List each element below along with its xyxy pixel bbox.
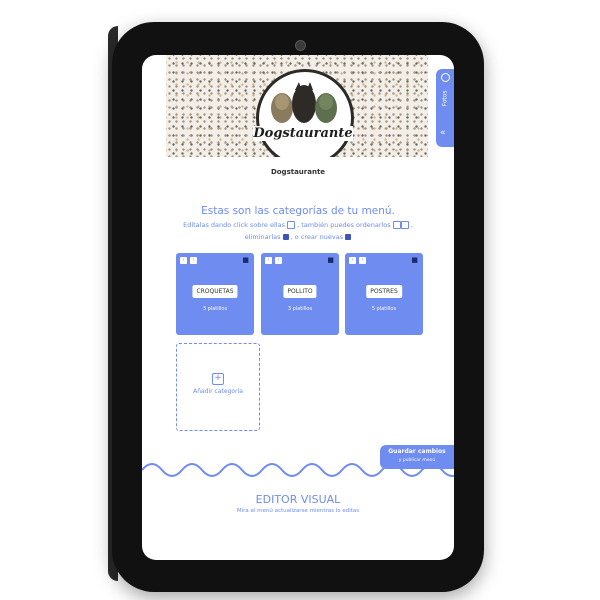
add-category-label: Añadir categoría: [193, 388, 243, 395]
edit-icon: [287, 221, 296, 229]
add-icon: [345, 234, 352, 240]
instructions-line-1: Edítalas dando click sobre ellas , tambi…: [142, 221, 454, 229]
move-right-icon: [400, 221, 409, 229]
move-right-button[interactable]: ›: [190, 257, 197, 264]
trash-icon: [282, 234, 289, 240]
delete-category-button[interactable]: ■: [327, 256, 334, 264]
delete-category-button[interactable]: ■: [411, 256, 418, 264]
move-left-button[interactable]: ‹: [265, 257, 272, 264]
comma-separator: ,: [410, 221, 413, 229]
instructions-line-2: eliminarlas , o crear nuevas: [142, 233, 454, 241]
dish-count: 5 platillos: [371, 306, 397, 312]
front-camera: [295, 40, 306, 51]
order-controls: ‹ ›: [265, 257, 282, 264]
add-category-button[interactable]: + Añadir categoría: [176, 343, 260, 431]
plus-icon: +: [212, 373, 224, 385]
logo-wordmark: Dogstaurante: [253, 126, 353, 141]
move-left-button[interactable]: ‹: [349, 257, 356, 264]
category-card-postres[interactable]: ‹ › ■ POSTRES 5 platillos: [345, 253, 423, 335]
instruction-create-text: , o crear nuevas: [290, 233, 344, 241]
order-controls: ‹ ›: [180, 257, 197, 264]
save-button-sublabel: y publicar menú: [398, 458, 436, 463]
move-right-button[interactable]: ›: [275, 257, 282, 264]
move-left-icon: [392, 221, 401, 229]
delete-category-button[interactable]: ■: [242, 256, 249, 264]
restaurant-logo: Dogstaurante: [253, 69, 354, 157]
restaurant-name: Dogstaurante: [270, 168, 326, 176]
visual-editor-subtitle: Mira el menú actualizarse mientras lo ed…: [236, 508, 360, 514]
photos-side-tab[interactable]: Fotos «: [436, 69, 454, 147]
tablet-screen: Dogstaurante Fotos « Dogstaurante Estas …: [142, 55, 454, 560]
dish-count: 3 platillos: [202, 306, 228, 312]
category-card-pollito[interactable]: ‹ › ■ POLLITO 3 platillos: [261, 253, 339, 335]
cover-banner[interactable]: Dogstaurante: [166, 55, 428, 157]
camera-icon: [441, 73, 450, 82]
order-controls: ‹ ›: [349, 257, 366, 264]
chevron-left-icon: «: [440, 128, 446, 138]
categories-headline: Estas son las categorías de tu menú.: [201, 205, 395, 217]
dish-count: 3 platillos: [287, 306, 313, 312]
category-name[interactable]: POSTRES: [366, 285, 402, 298]
move-right-button[interactable]: ›: [359, 257, 366, 264]
category-card-croquetas[interactable]: ‹ › ■ CROQUETAS 3 platillos: [176, 253, 254, 335]
save-and-publish-button[interactable]: Guardar cambios y publicar menú: [380, 445, 454, 469]
instruction-order-text: , también puedes ordenarlos: [297, 221, 391, 229]
category-name[interactable]: CROQUETAS: [192, 285, 238, 298]
instruction-delete-text: eliminarlas: [244, 233, 281, 241]
instruction-edit-text: Edítalas dando click sobre ellas: [183, 221, 285, 229]
category-name[interactable]: POLLITO: [283, 285, 317, 298]
dogs-illustration-icon: [271, 82, 337, 123]
visual-editor-title: EDITOR VISUAL: [255, 493, 341, 506]
move-left-button[interactable]: ‹: [180, 257, 187, 264]
photos-tab-label: Fotos: [441, 90, 449, 107]
save-button-label: Guardar cambios: [388, 448, 446, 455]
